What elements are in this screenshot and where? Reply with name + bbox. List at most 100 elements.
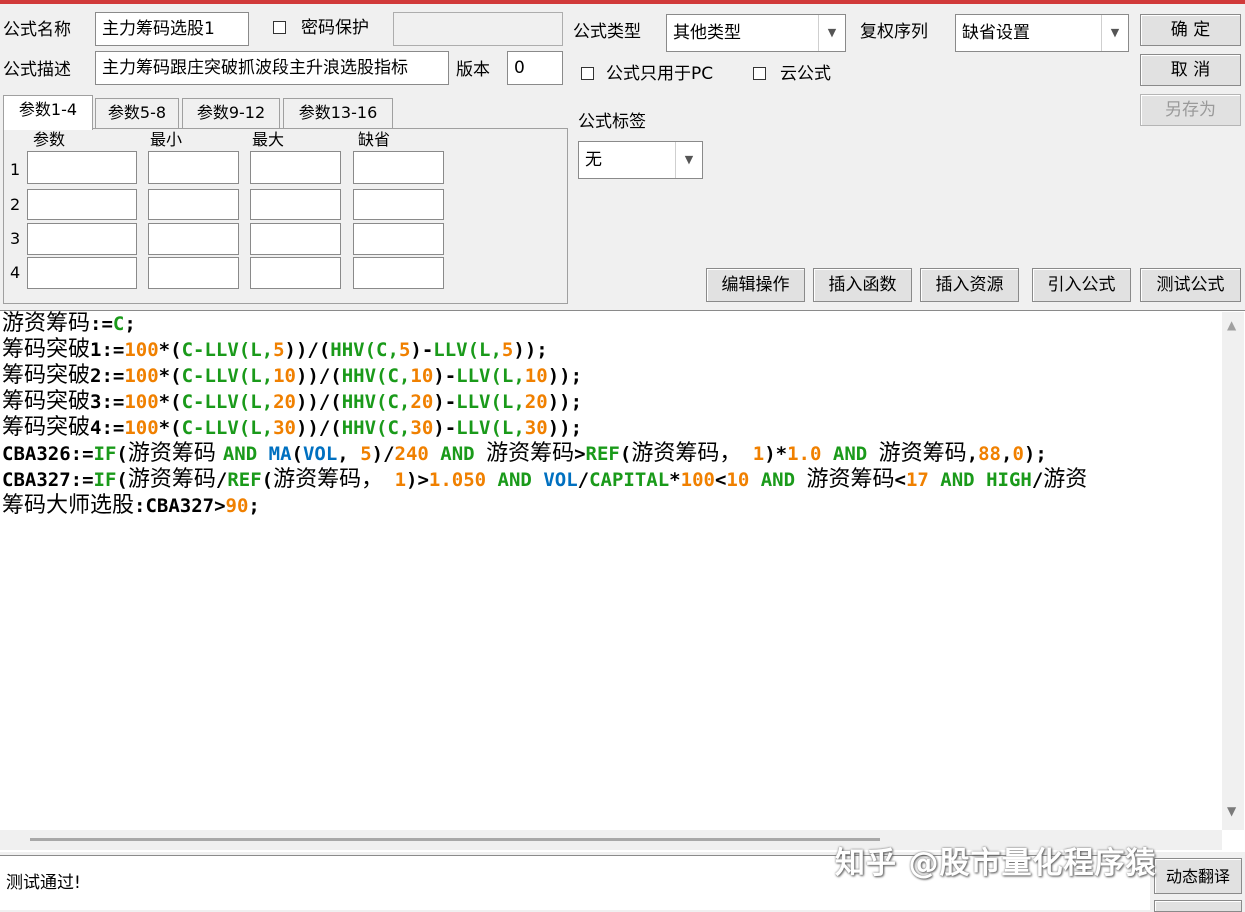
param-min-input[interactable] <box>148 223 239 255</box>
code-token: HHV(C, <box>341 365 411 387</box>
ok-button[interactable]: 确 定 <box>1140 14 1241 46</box>
param-row-number: 3 <box>10 229 21 248</box>
param-max-input[interactable] <box>250 223 341 255</box>
param-min-input[interactable] <box>148 189 239 220</box>
save-as-button[interactable]: 另存为 <box>1140 94 1241 126</box>
code-token: )- <box>433 365 457 387</box>
code-token: 0 <box>1012 443 1024 465</box>
code-token: 5 <box>398 339 411 361</box>
chevron-down-icon: ▼ <box>1101 15 1128 51</box>
code-token: AND <box>486 469 544 491</box>
code-token: )- <box>433 391 457 413</box>
param-min-input[interactable] <box>148 151 239 184</box>
code-line: CBA326:=IF(游资筹码 AND MA(VOL, 5)/240 AND 游… <box>2 441 1218 467</box>
code-token: )); <box>513 339 548 361</box>
formula-name-input[interactable]: 主力筹码选股1 <box>95 12 249 46</box>
formula-code-editor[interactable]: 游资筹码:=C; 筹码突破1:=100*(C-LLV(L,5))/(HHV(C,5… <box>0 310 1245 852</box>
code-token: ( <box>116 469 128 491</box>
param-name-input[interactable] <box>27 223 137 255</box>
tab-params-5-8[interactable]: 参数5-8 <box>95 98 179 128</box>
tab-params-1-4[interactable]: 参数1-4 <box>3 95 93 130</box>
cloud-formula-checkbox[interactable] <box>753 67 766 80</box>
insert-function-button[interactable]: 插入函数 <box>813 268 912 302</box>
code-token: IF <box>93 469 117 491</box>
formula-type-select[interactable]: 其他类型 ▼ <box>666 14 846 52</box>
param-name-input[interactable] <box>27 189 137 220</box>
code-line: 筹码突破1:=100*(C-LLV(L,5))/(HHV(C,5)-LLV(L,… <box>2 337 1218 363</box>
code-token: 游资 <box>1043 467 1088 492</box>
code-token: 游资筹码 <box>127 441 223 466</box>
code-token: 游资筹码 <box>2 311 91 336</box>
code-token: 2:= <box>90 365 125 387</box>
scroll-down-arrow-icon[interactable]: ▼ <box>1227 804 1236 818</box>
formula-type-label: 公式类型 <box>573 22 641 42</box>
code-token: / <box>1031 469 1044 491</box>
code-token: / <box>215 469 228 491</box>
param-default-input[interactable] <box>353 223 444 255</box>
code-token: *( <box>158 417 182 439</box>
code-token: 100 <box>680 469 715 491</box>
code-token: 1 <box>741 443 765 465</box>
import-formula-button[interactable]: 引入公式 <box>1032 268 1131 302</box>
code-token: )/ <box>371 443 395 465</box>
code-token: 筹码突破 <box>2 389 91 414</box>
param-row-number: 2 <box>10 195 21 214</box>
code-token: 100 <box>124 391 159 413</box>
rights-series-select[interactable]: 缺省设置 ▼ <box>955 14 1129 52</box>
dynamic-translate-button[interactable]: 动态翻译 <box>1154 858 1242 894</box>
formula-code-text: 游资筹码:=C; 筹码突破1:=100*(C-LLV(L,5))/(HHV(C,5… <box>2 311 1218 519</box>
code-token: 1:= <box>90 339 125 361</box>
param-name-input[interactable] <box>27 257 137 289</box>
insert-resource-button[interactable]: 插入资源 <box>920 268 1019 302</box>
formula-desc-input[interactable]: 主力筹码跟庄突破抓波段主升浪选股指标 <box>95 51 449 85</box>
code-token: ))/( <box>295 417 342 439</box>
lower-button-partial[interactable] <box>1154 900 1242 912</box>
code-token: ( <box>261 469 274 491</box>
formula-tag-label: 公式标签 <box>578 112 646 132</box>
cancel-button[interactable]: 取 消 <box>1140 54 1241 86</box>
formula-tag-value: 无 <box>585 150 602 170</box>
test-formula-button[interactable]: 测试公式 <box>1140 268 1241 302</box>
chevron-down-icon: ▼ <box>675 142 702 178</box>
param-default-input[interactable] <box>353 189 444 220</box>
code-token: 100 <box>124 365 159 387</box>
code-token: , <box>1001 443 1013 465</box>
password-checkbox[interactable] <box>273 21 286 34</box>
code-token: CAPITAL <box>589 469 670 491</box>
code-token: 5 <box>273 339 285 361</box>
code-line: 筹码突破3:=100*(C-LLV(L,20))/(HHV(C,20)-LLV(… <box>2 389 1218 415</box>
code-token: 1 <box>383 469 407 491</box>
code-token: IF <box>93 443 117 465</box>
horizontal-scroll-thumb[interactable] <box>30 838 880 841</box>
password-input[interactable] <box>393 12 563 46</box>
code-token: 30 <box>410 417 434 439</box>
edit-operations-button[interactable]: 编辑操作 <box>706 268 805 302</box>
param-max-input[interactable] <box>250 151 341 184</box>
code-token: LLV(L, <box>456 365 525 387</box>
scroll-up-arrow-icon[interactable]: ▲ <box>1227 318 1236 332</box>
param-default-input[interactable] <box>353 257 444 289</box>
code-token: 1.050 <box>428 469 487 491</box>
code-token: )); <box>547 391 583 413</box>
code-token: * <box>669 469 681 491</box>
password-label: 密码保护 <box>301 18 369 38</box>
param-max-input[interactable] <box>250 257 341 289</box>
formula-tag-select[interactable]: 无 ▼ <box>578 141 703 179</box>
param-max-input[interactable] <box>250 189 341 220</box>
code-token: 筹码大师选股 <box>2 493 135 518</box>
param-name-input[interactable] <box>27 151 137 184</box>
editor-vertical-scrollbar[interactable]: ▲ ▼ <box>1222 312 1244 830</box>
code-token: ( <box>116 443 128 465</box>
tab-params-9-12[interactable]: 参数9-12 <box>182 98 280 128</box>
code-token: *( <box>158 339 182 361</box>
code-token: ; <box>124 313 136 335</box>
code-token: CBA326:= <box>2 443 94 465</box>
param-default-input[interactable] <box>353 151 444 184</box>
pc-only-checkbox[interactable] <box>581 67 594 80</box>
code-token: REF <box>585 443 620 465</box>
version-input[interactable]: 0 <box>507 51 563 85</box>
param-min-input[interactable] <box>148 257 239 289</box>
code-token: 240 <box>394 443 429 465</box>
code-token: )); <box>547 417 583 439</box>
tab-params-13-16[interactable]: 参数13-16 <box>283 98 393 128</box>
